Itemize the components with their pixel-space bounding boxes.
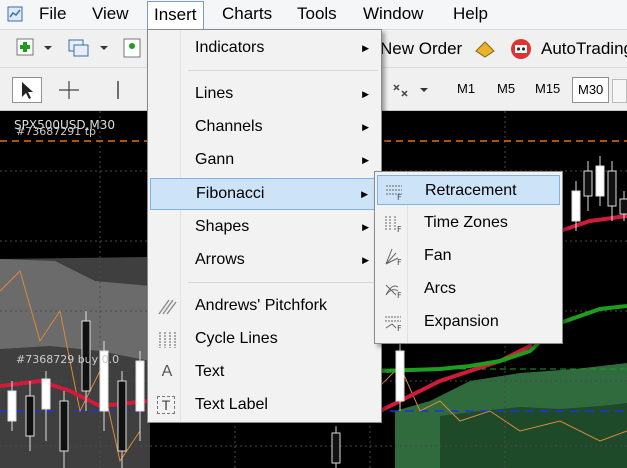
timeframe-m30-button[interactable]: M30 <box>572 77 610 103</box>
timeframe-m1-button[interactable]: M1 <box>452 77 480 103</box>
menu-item-label: Arcs <box>424 280 456 297</box>
fibonacci-submenu: F Retracement F Time Zones F Fan F Arcs … <box>374 171 563 344</box>
insert-menu: Indicators ▶ Lines ▶ Channels ▶ Gann ▶ F… <box>147 29 382 423</box>
menu-item-fan[interactable]: F Fan <box>377 241 560 271</box>
menu-item-label: Channels <box>195 118 263 135</box>
profiles-icon[interactable] <box>66 36 112 65</box>
menu-item-label: Fan <box>424 247 452 264</box>
new-chart-icon[interactable] <box>14 36 54 65</box>
menu-item-label: Fibonacci <box>196 185 265 202</box>
submenu-arrow-icon: ▶ <box>362 89 369 99</box>
cursor-icon[interactable] <box>12 77 42 108</box>
menu-item-label: Gann <box>195 151 235 168</box>
fib-expansion-icon: F <box>384 313 404 333</box>
new-order-button[interactable]: New Order <box>380 39 462 59</box>
fib-time-zones-icon: F <box>384 214 404 234</box>
menu-item-cycle-lines[interactable]: Cycle Lines <box>150 324 379 354</box>
timeframe-m15-button[interactable]: M15 <box>530 77 565 103</box>
submenu-arrow-icon: ▶ <box>362 43 369 53</box>
submenu-arrow-icon: ▶ <box>362 255 369 265</box>
menu-item-andrews-pitchfork[interactable]: Andrews' Pitchfork <box>150 291 379 321</box>
submenu-arrow-icon: ▶ <box>362 222 369 232</box>
menu-item-text-label[interactable]: T Text Label <box>150 390 379 420</box>
autotrading-button[interactable]: AutoTrading <box>541 39 627 59</box>
menu-separator <box>188 282 378 283</box>
tp-order-label: #73687291 tp <box>16 125 96 138</box>
menu-item-arrows[interactable]: Arrows ▶ <box>150 245 379 275</box>
menu-item-label: Shapes <box>195 218 250 235</box>
menu-item-indicators[interactable]: Indicators ▶ <box>150 33 379 63</box>
fib-retracement-icon: F <box>385 182 405 202</box>
svg-text:F: F <box>397 291 402 299</box>
crosshair-icon[interactable] <box>56 79 82 106</box>
menu-view[interactable]: View <box>86 4 135 26</box>
menu-charts[interactable]: Charts <box>216 4 278 26</box>
vertical-line-icon[interactable] <box>108 79 128 106</box>
menu-file[interactable]: File <box>33 4 72 26</box>
timeframe-more-icon[interactable] <box>612 79 627 108</box>
menu-window[interactable]: Window <box>357 4 429 26</box>
meta-editor-icon[interactable] <box>472 37 498 66</box>
menu-item-arcs[interactable]: F Arcs <box>377 274 560 304</box>
menu-insert[interactable]: Insert <box>147 1 204 30</box>
text-icon: A <box>161 363 173 380</box>
menu-item-gann[interactable]: Gann ▶ <box>150 145 379 175</box>
submenu-arrow-icon: ▶ <box>361 189 368 199</box>
menu-item-channels[interactable]: Channels ▶ <box>150 112 379 142</box>
menu-item-shapes[interactable]: Shapes ▶ <box>150 212 379 242</box>
menu-item-label: Indicators <box>195 39 265 56</box>
menu-item-label: Lines <box>195 85 234 102</box>
arrows-tool-icon[interactable] <box>390 79 432 106</box>
fib-fan-icon: F <box>384 247 404 267</box>
svg-text:F: F <box>397 193 402 201</box>
menu-item-label: Arrows <box>195 251 245 268</box>
menu-separator <box>188 70 378 71</box>
pitchfork-icon <box>157 297 177 315</box>
timeframe-m5-button[interactable]: M5 <box>492 77 520 103</box>
menu-item-label: Text Label <box>195 396 268 413</box>
menu-item-label: Retracement <box>425 182 517 199</box>
menu-tools[interactable]: Tools <box>291 4 343 26</box>
menu-item-label: Cycle Lines <box>195 330 278 347</box>
text-label-icon: T <box>157 396 175 414</box>
svg-text:F: F <box>397 225 402 233</box>
market-watch-icon[interactable] <box>121 36 145 65</box>
menu-item-label: Andrews' Pitchfork <box>195 297 327 314</box>
menu-item-label: Time Zones <box>424 214 508 231</box>
menu-item-text[interactable]: A Text <box>150 357 379 387</box>
buy-order-label: #7368729 buy 0.0 <box>16 353 120 366</box>
svg-text:F: F <box>397 324 402 332</box>
cycle-lines-icon <box>157 330 177 348</box>
menu-item-label: Expansion <box>424 313 499 330</box>
menu-item-label: Text <box>195 363 225 380</box>
menu-item-retracement[interactable]: F Retracement <box>377 175 560 205</box>
menu-help[interactable]: Help <box>447 4 494 26</box>
menu-bar: File View Insert Charts Tools Window Hel… <box>0 0 627 30</box>
menu-item-expansion[interactable]: F Expansion <box>377 307 560 337</box>
app-icon <box>6 4 26 24</box>
svg-text:F: F <box>397 258 402 266</box>
fib-arcs-icon: F <box>384 280 404 300</box>
submenu-arrow-icon: ▶ <box>362 155 369 165</box>
submenu-arrow-icon: ▶ <box>362 122 369 132</box>
menu-item-time-zones[interactable]: F Time Zones <box>377 208 560 238</box>
autotrading-icon[interactable] <box>509 36 535 67</box>
menu-item-fibonacci[interactable]: Fibonacci ▶ <box>150 178 379 210</box>
menu-item-lines[interactable]: Lines ▶ <box>150 79 379 109</box>
